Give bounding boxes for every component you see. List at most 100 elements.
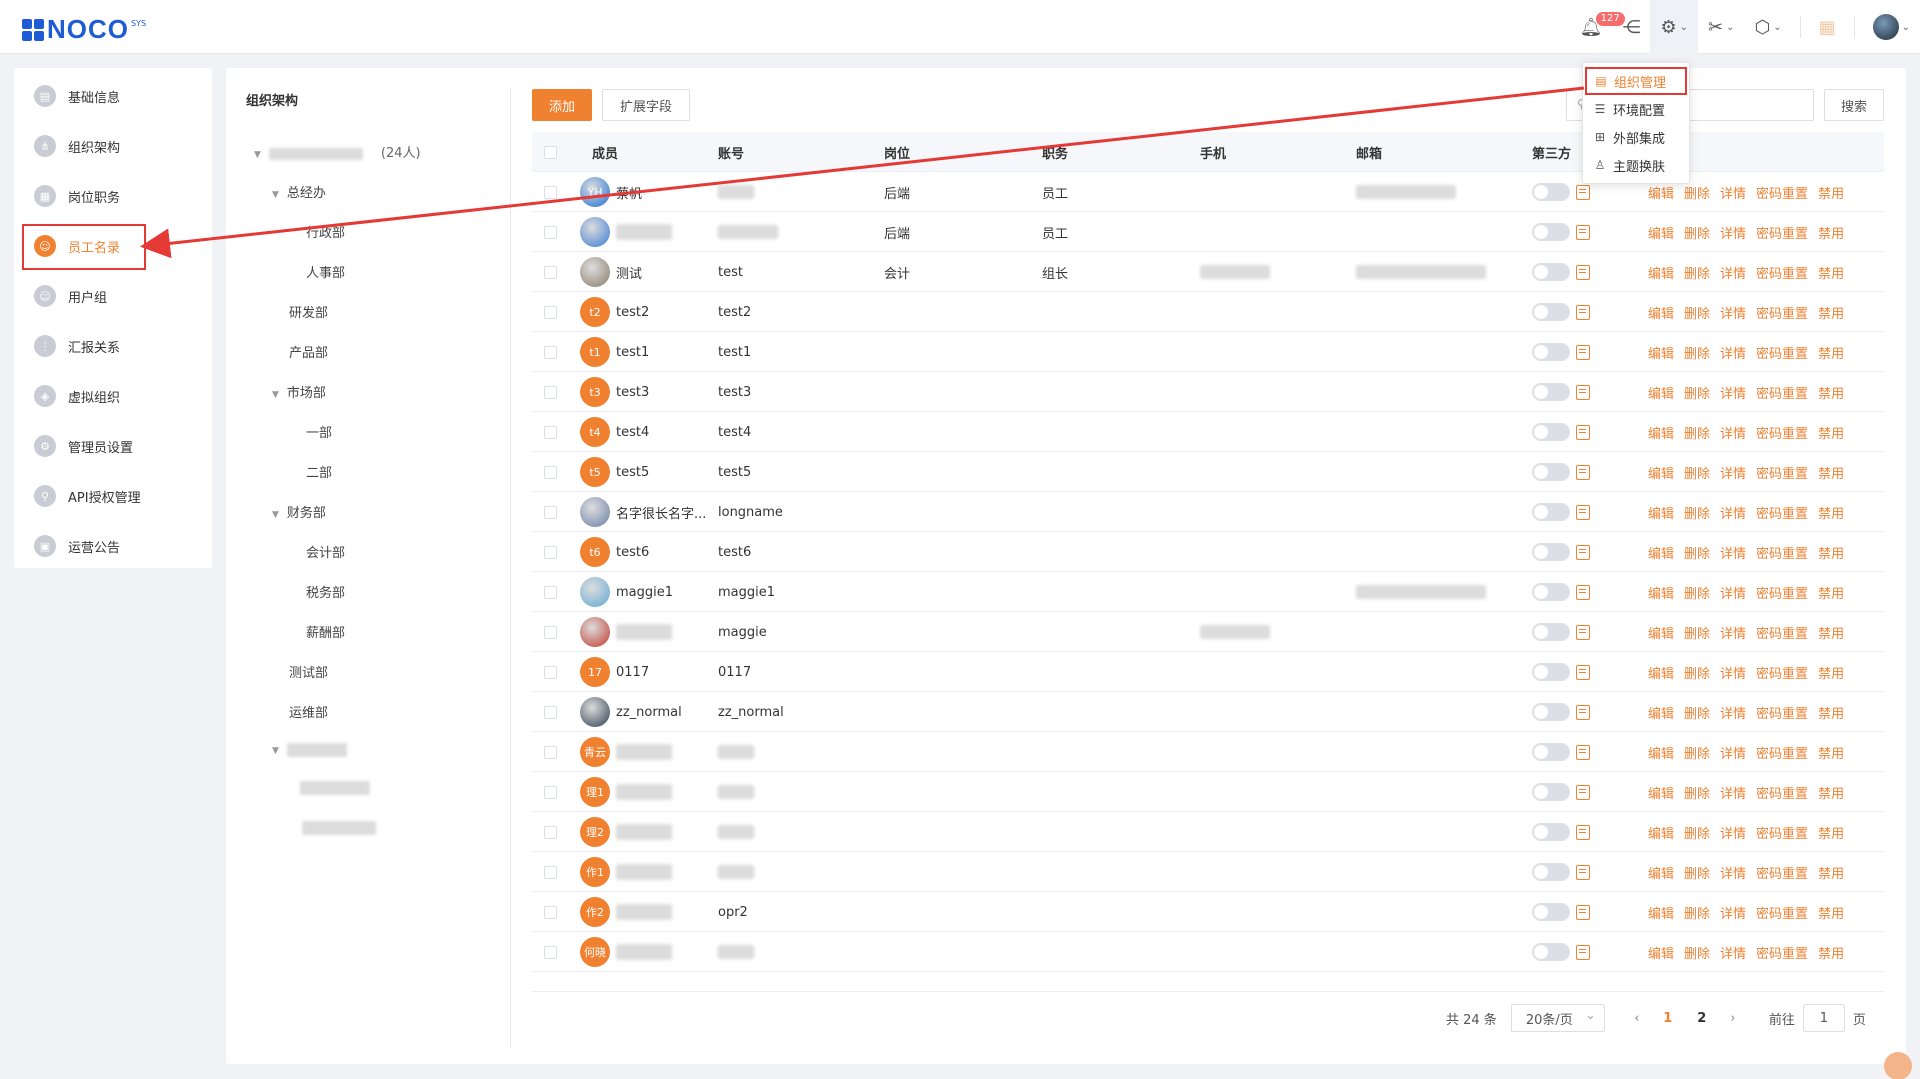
delete-link[interactable]: 删除	[1684, 743, 1710, 762]
detail-link[interactable]: 详情	[1720, 943, 1746, 962]
tree-node[interactable]: 运维部	[289, 702, 328, 721]
delete-link[interactable]: 删除	[1684, 663, 1710, 682]
enable-toggle[interactable]	[1532, 943, 1570, 961]
log-icon[interactable]	[1576, 264, 1590, 280]
logo[interactable]: NOCO SYS	[22, 14, 146, 45]
detail-link[interactable]: 详情	[1720, 383, 1746, 402]
reset-password-link[interactable]: 密码重置	[1756, 663, 1808, 682]
detail-link[interactable]: 详情	[1720, 543, 1746, 562]
share-button[interactable]: ⋲	[1612, 0, 1650, 54]
reset-password-link[interactable]: 密码重置	[1756, 743, 1808, 762]
log-icon[interactable]	[1576, 304, 1590, 320]
row-checkbox[interactable]	[544, 185, 557, 199]
reset-password-link[interactable]: 密码重置	[1756, 783, 1808, 802]
delete-link[interactable]: 删除	[1684, 863, 1710, 882]
detail-link[interactable]: 详情	[1720, 183, 1746, 202]
disable-link[interactable]: 禁用	[1818, 503, 1844, 522]
delete-link[interactable]: 删除	[1684, 583, 1710, 602]
table-row[interactable]: 何晓 编辑 删除 详情 密码重置 禁用	[532, 932, 1884, 972]
table-row[interactable]: 后端 员工 编辑 删除 详情 密码重置 禁用	[532, 212, 1884, 252]
user-menu-button[interactable]: ⌄	[1863, 0, 1920, 54]
disable-link[interactable]: 禁用	[1818, 263, 1844, 282]
log-icon[interactable]	[1576, 384, 1590, 400]
delete-link[interactable]: 删除	[1684, 903, 1710, 922]
tree-node[interactable]: 人事部	[306, 262, 345, 281]
sidebar-item-org[interactable]: ⋔ 组织架构	[14, 126, 212, 166]
tree-node[interactable]: 研发部	[289, 302, 328, 321]
enable-toggle[interactable]	[1532, 543, 1570, 561]
row-checkbox[interactable]	[544, 665, 557, 679]
disable-link[interactable]: 禁用	[1818, 823, 1844, 842]
log-icon[interactable]	[1576, 344, 1590, 360]
detail-link[interactable]: 详情	[1720, 663, 1746, 682]
detail-link[interactable]: 详情	[1720, 743, 1746, 762]
edit-link[interactable]: 编辑	[1648, 423, 1674, 442]
delete-link[interactable]: 删除	[1684, 623, 1710, 642]
edit-link[interactable]: 编辑	[1648, 503, 1674, 522]
reset-password-link[interactable]: 密码重置	[1756, 583, 1808, 602]
reset-password-link[interactable]: 密码重置	[1756, 623, 1808, 642]
enable-toggle[interactable]	[1532, 503, 1570, 521]
disable-link[interactable]: 禁用	[1818, 703, 1844, 722]
log-icon[interactable]	[1576, 624, 1590, 640]
log-icon[interactable]	[1576, 424, 1590, 440]
edit-link[interactable]: 编辑	[1648, 263, 1674, 282]
sidebar-item-reporting[interactable]: ⋮ 汇报关系	[14, 326, 212, 366]
tree-node[interactable]: 二部	[306, 462, 332, 481]
menu-item-theme[interactable]: ♙ 主题换肤	[1583, 151, 1689, 179]
reset-password-link[interactable]: 密码重置	[1756, 263, 1808, 282]
detail-link[interactable]: 详情	[1720, 343, 1746, 362]
delete-link[interactable]: 删除	[1684, 263, 1710, 282]
edit-link[interactable]: 编辑	[1648, 223, 1674, 242]
row-checkbox[interactable]	[544, 505, 557, 519]
disable-link[interactable]: 禁用	[1818, 383, 1844, 402]
edit-link[interactable]: 编辑	[1648, 943, 1674, 962]
row-checkbox[interactable]	[544, 225, 557, 239]
enable-toggle[interactable]	[1532, 783, 1570, 801]
row-checkbox[interactable]	[544, 865, 557, 879]
detail-link[interactable]: 详情	[1720, 263, 1746, 282]
enable-toggle[interactable]	[1532, 743, 1570, 761]
delete-link[interactable]: 删除	[1684, 823, 1710, 842]
tree-node[interactable]: 产品部	[289, 342, 328, 361]
sidebar-item-admin[interactable]: ⚙ 管理员设置	[14, 426, 212, 466]
log-icon[interactable]	[1576, 224, 1590, 240]
enable-toggle[interactable]	[1532, 703, 1570, 721]
sidebar-item-virtual-org[interactable]: ◈ 虚拟组织	[14, 376, 212, 416]
disable-link[interactable]: 禁用	[1818, 663, 1844, 682]
log-icon[interactable]	[1576, 864, 1590, 880]
log-icon[interactable]	[1576, 544, 1590, 560]
log-icon[interactable]	[1576, 464, 1590, 480]
disable-link[interactable]: 禁用	[1818, 183, 1844, 202]
edit-link[interactable]: 编辑	[1648, 903, 1674, 922]
extend-fields-button[interactable]: 扩展字段	[602, 89, 690, 121]
sidebar-item-announcement[interactable]: ▣ 运营公告	[14, 526, 212, 566]
add-button[interactable]: 添加	[532, 89, 592, 121]
tree-node[interactable]: 行政部	[306, 222, 345, 241]
page-number[interactable]: 1	[1651, 1011, 1685, 1026]
disable-link[interactable]: 禁用	[1818, 543, 1844, 562]
delete-link[interactable]: 删除	[1684, 783, 1710, 802]
row-checkbox[interactable]	[544, 905, 557, 919]
tree-node[interactable]: 薪酬部	[306, 622, 345, 641]
detail-link[interactable]: 详情	[1720, 423, 1746, 442]
detail-link[interactable]: 详情	[1720, 903, 1746, 922]
log-icon[interactable]	[1576, 904, 1590, 920]
delete-link[interactable]: 删除	[1684, 383, 1710, 402]
tree-node[interactable]: ▼	[272, 742, 347, 757]
sidebar-item-api[interactable]: ⚲ API授权管理	[14, 476, 212, 516]
disable-link[interactable]: 禁用	[1818, 943, 1844, 962]
disable-link[interactable]: 禁用	[1818, 223, 1844, 242]
edit-link[interactable]: 编辑	[1648, 183, 1674, 202]
delete-link[interactable]: 删除	[1684, 943, 1710, 962]
plugin-button[interactable]: ⬡ ⌄	[1744, 0, 1791, 54]
table-row[interactable]: 作1 编辑 删除 详情 密码重置 禁用	[532, 852, 1884, 892]
detail-link[interactable]: 详情	[1720, 863, 1746, 882]
reset-password-link[interactable]: 密码重置	[1756, 703, 1808, 722]
edit-link[interactable]: 编辑	[1648, 663, 1674, 682]
edit-link[interactable]: 编辑	[1648, 543, 1674, 562]
table-row[interactable]: 测试 test 会计 组长 编辑 删除 详情 密码重置 禁用	[532, 252, 1884, 292]
table-row[interactable]: 青云 编辑 删除 详情 密码重置 禁用	[532, 732, 1884, 772]
sidebar-item-positions[interactable]: ▦ 岗位职务	[14, 176, 212, 216]
enable-toggle[interactable]	[1532, 343, 1570, 361]
